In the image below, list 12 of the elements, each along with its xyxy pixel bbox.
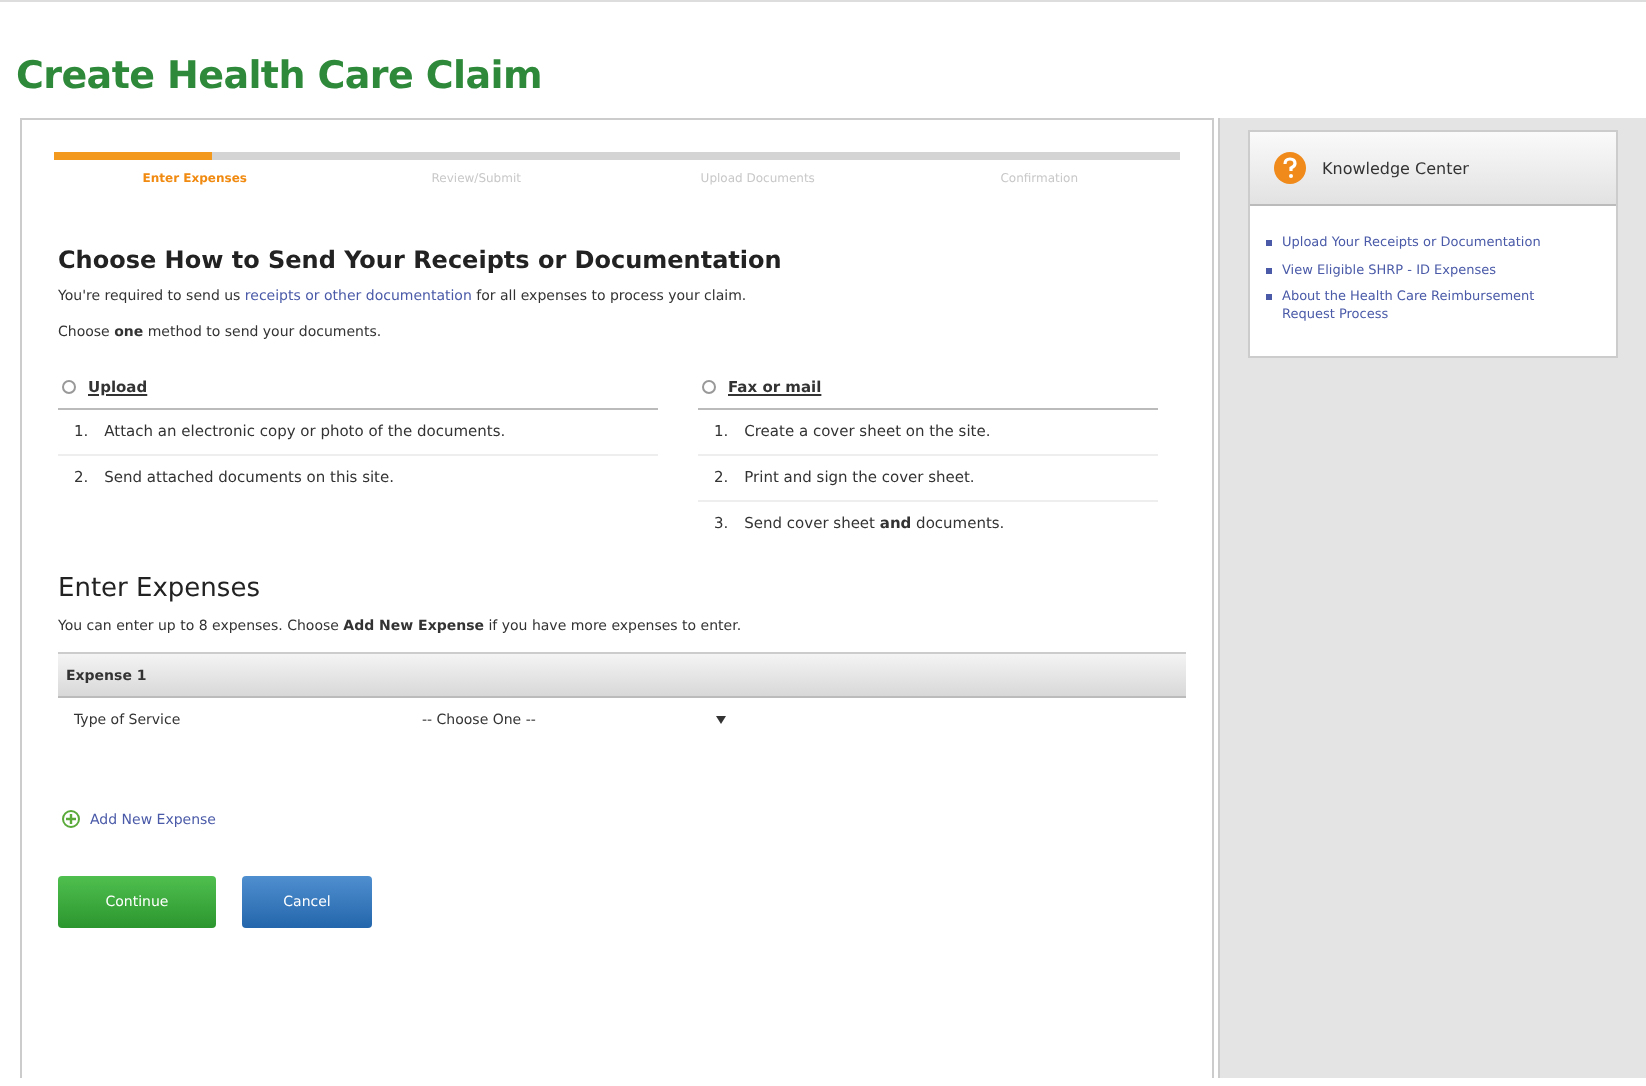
radio-button[interactable]	[702, 380, 716, 394]
bullet-icon	[1266, 267, 1272, 273]
question-icon	[1274, 152, 1306, 184]
panel-title: Knowledge Center	[1322, 159, 1469, 177]
section-heading: Choose How to Send Your Receipts or Documentation	[58, 246, 784, 274]
section-heading: Enter Expenses	[58, 574, 262, 604]
bullet-icon	[1266, 294, 1272, 300]
page-title: Create Health Care Claim	[16, 54, 544, 98]
bullet-icon	[1266, 240, 1272, 246]
add-icon	[62, 810, 80, 828]
caret-icon	[716, 716, 726, 724]
radio-button[interactable]	[62, 380, 76, 394]
